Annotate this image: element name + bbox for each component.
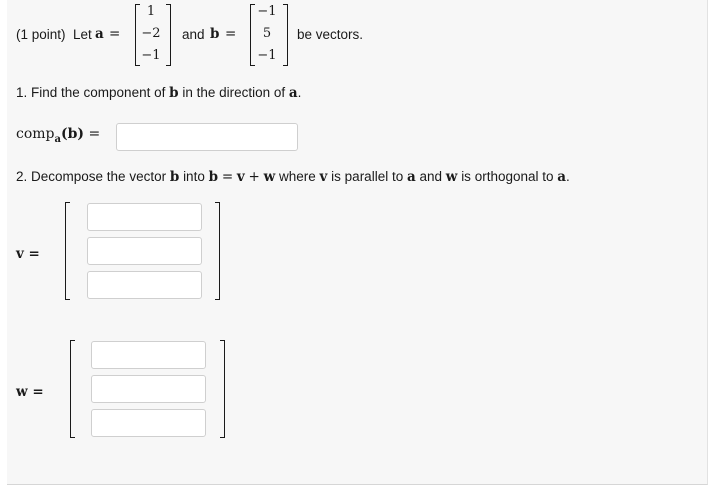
- part1-end: .: [297, 85, 302, 100]
- vector-b-entry-3: −1: [257, 48, 277, 63]
- comp-label: compa(b) =: [16, 126, 101, 145]
- equals-sign: =: [109, 26, 121, 42]
- w-entry-1-input[interactable]: [91, 341, 206, 369]
- plus-sign: +: [248, 169, 260, 185]
- vector-b-entry-2: 5: [262, 26, 272, 41]
- vector-a-entry-3: −1: [141, 48, 161, 63]
- equals-sign: =: [225, 26, 237, 42]
- vector-w-symbol: w: [445, 169, 458, 185]
- right-bracket: [283, 4, 288, 66]
- w-entry-2-input[interactable]: [91, 375, 206, 403]
- be-vectors-text: be vectors.: [297, 27, 364, 42]
- v-entry-1-input[interactable]: [87, 203, 202, 231]
- right-bracket: [215, 202, 220, 300]
- where-text: where: [279, 169, 316, 184]
- vector-v-symbol: v: [319, 169, 328, 185]
- vector-a-symbol: a: [557, 169, 567, 185]
- comp-text: comp: [16, 126, 55, 142]
- parallel-text: is parallel to: [331, 169, 404, 184]
- vector-b-symbol: b: [208, 169, 219, 185]
- vector-b-entry-1: −1: [257, 4, 277, 19]
- component-answer-input[interactable]: [116, 123, 298, 151]
- into-text: into: [183, 169, 205, 184]
- vector-b-symbol: b: [169, 85, 179, 101]
- comp-argument: (b): [61, 126, 85, 142]
- right-bracket: [220, 340, 225, 438]
- left-bracket: [65, 202, 70, 300]
- part1-question: 1. Find the component of b in the direct…: [16, 85, 301, 101]
- v-entry-2-input[interactable]: [87, 237, 202, 265]
- part1-middle: in the direction of: [182, 85, 286, 100]
- let-text: Let: [73, 27, 92, 42]
- part2-end: .: [566, 169, 570, 184]
- problem-points: (1 point): [16, 27, 66, 42]
- vector-b-symbol: b: [169, 169, 180, 185]
- w-entry-3-input[interactable]: [91, 409, 206, 437]
- part1-prefix: 1. Find the component of: [16, 85, 166, 100]
- equals-sign: =: [221, 169, 234, 185]
- and-text: and: [182, 27, 205, 42]
- vector-w-symbol: w: [263, 169, 276, 185]
- v-label: v =: [16, 246, 40, 262]
- part2-question: 2. Decompose the vector b into b = v + w…: [16, 169, 570, 185]
- vector-a-symbol: a: [406, 169, 416, 185]
- left-bracket: [70, 340, 75, 438]
- and-text: and: [419, 169, 443, 184]
- vector-v-symbol: v: [236, 169, 245, 185]
- right-bracket: [166, 4, 171, 66]
- orthogonal-text: is orthogonal to: [461, 169, 554, 184]
- vector-a-symbol: a: [288, 85, 298, 101]
- vector-b-symbol: b: [210, 26, 220, 42]
- vector-a-symbol: a: [95, 26, 104, 42]
- equals-sign: =: [88, 126, 101, 142]
- vector-a-entry-2: −2: [141, 26, 161, 41]
- comp-subscript: a: [54, 134, 61, 145]
- vector-a-entry-1: 1: [146, 4, 156, 19]
- v-entry-3-input[interactable]: [87, 271, 202, 299]
- w-label: w =: [16, 384, 44, 400]
- part2-prefix: 2. Decompose the vector: [16, 169, 167, 184]
